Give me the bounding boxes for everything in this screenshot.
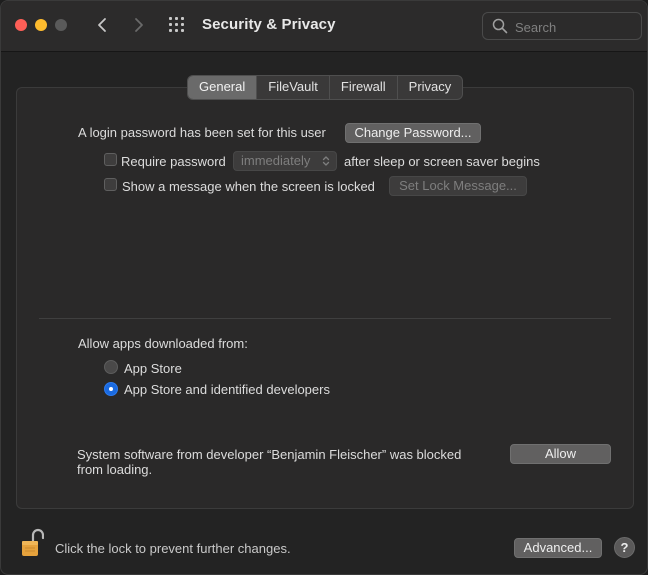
tab-general[interactable]: General — [188, 76, 258, 99]
require-password-delay-value: immediately — [241, 153, 311, 168]
lock-status-text: Click the lock to prevent further change… — [55, 541, 291, 556]
require-password-label: Require password — [121, 154, 226, 169]
chevron-left-icon — [98, 18, 106, 32]
show-all-grid-button[interactable] — [168, 16, 188, 36]
allow-apps-heading: Allow apps downloaded from: — [78, 336, 248, 351]
show-message-label: Show a message when the screen is locked — [122, 179, 375, 194]
minimize-window-button[interactable] — [35, 19, 47, 31]
advanced-button[interactable]: Advanced... — [514, 538, 602, 558]
radio-app-store-identified-label: App Store and identified developers — [124, 382, 330, 397]
change-password-button[interactable]: Change Password... — [345, 123, 481, 143]
radio-app-store[interactable] — [104, 360, 118, 374]
blocked-software-text-2: from loading. — [77, 462, 153, 477]
chevron-right-icon — [135, 18, 143, 32]
require-password-delay-select[interactable]: immediately — [233, 151, 337, 171]
search-field[interactable] — [482, 12, 642, 40]
set-lock-message-button[interactable]: Set Lock Message... — [389, 176, 527, 196]
tab-filevault[interactable]: FileVault — [257, 76, 330, 99]
titlebar: Security & Privacy — [1, 1, 647, 52]
login-password-text: A login password has been set for this u… — [78, 125, 326, 140]
chevron-updown-icon — [322, 156, 330, 166]
help-button[interactable]: ? — [614, 537, 635, 558]
allow-button[interactable]: Allow — [510, 444, 611, 464]
search-input[interactable] — [513, 17, 637, 37]
zoom-window-button[interactable] — [55, 19, 67, 31]
radio-app-store-identified[interactable] — [104, 382, 118, 396]
tab-privacy[interactable]: Privacy — [398, 76, 463, 99]
back-button[interactable] — [91, 13, 113, 37]
section-divider — [39, 318, 611, 319]
blocked-software-text: System software from developer “Benjamin… — [77, 447, 462, 462]
tab-bar: General FileVault Firewall Privacy — [187, 75, 464, 100]
forward-button[interactable] — [128, 13, 150, 37]
close-window-button[interactable] — [15, 19, 27, 31]
show-message-checkbox[interactable] — [104, 178, 117, 191]
window-title: Security & Privacy — [202, 16, 336, 33]
after-sleep-text: after sleep or screen saver begins — [344, 154, 540, 169]
lock-button[interactable] — [20, 527, 45, 564]
search-icon — [492, 18, 508, 34]
unlocked-padlock-icon — [22, 528, 45, 556]
radio-app-store-label: App Store — [124, 361, 182, 376]
require-password-checkbox[interactable] — [104, 153, 117, 166]
tab-firewall[interactable]: Firewall — [330, 76, 398, 99]
security-privacy-window: Security & Privacy General FileVault Fir… — [0, 0, 648, 575]
